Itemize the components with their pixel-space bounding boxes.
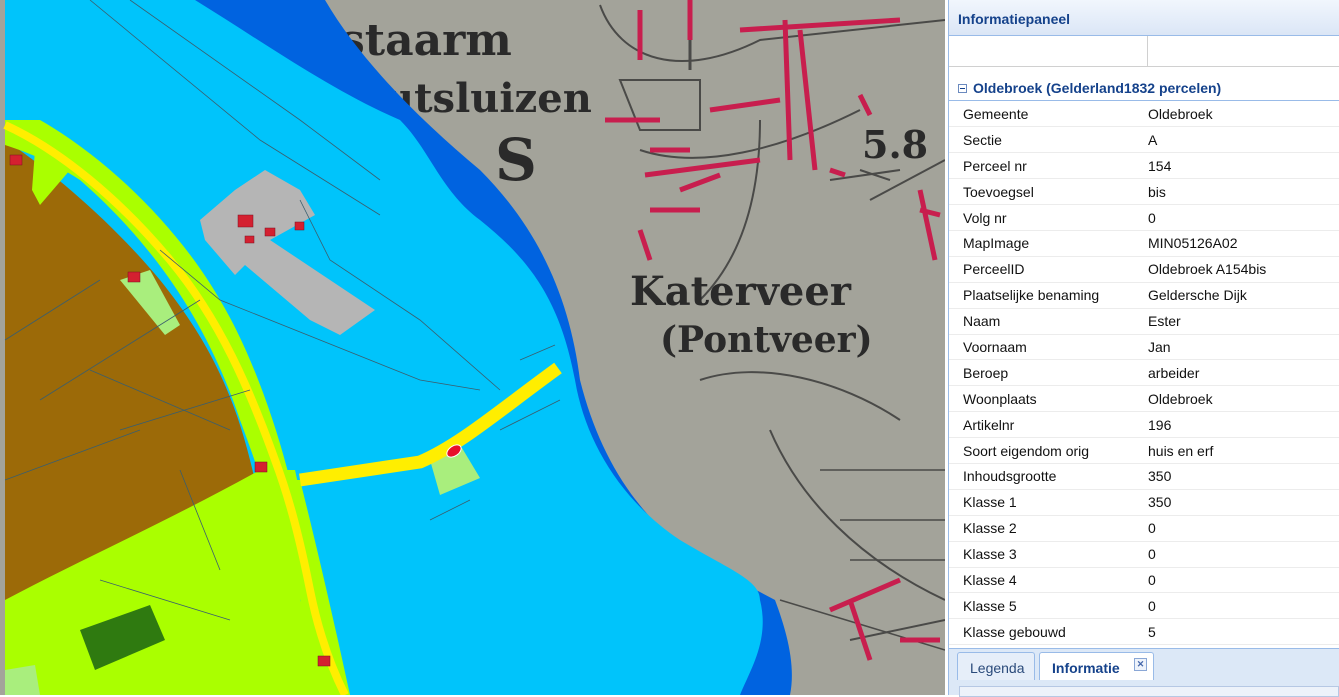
property-value: 0 — [1141, 515, 1339, 542]
property-value: huis en erf — [1141, 437, 1339, 464]
property-key: Klasse gebouwd — [949, 618, 1141, 646]
property-key: Klasse 3 — [949, 541, 1141, 568]
property-key: Artikelnr — [949, 411, 1141, 439]
property-row: Klasse 1 350 — [949, 489, 1339, 516]
map-label-number: 5.8 — [862, 122, 928, 167]
map-view[interactable]: staarm utsluizen S 5.8 Katerveer (Pontve… — [0, 0, 945, 695]
property-key: Naam — [949, 308, 1141, 335]
properties-table: Gemeente Oldebroek Sectie A Perceel nr 154 Toe… — [949, 101, 1339, 646]
property-key: Gemeente — [949, 101, 1141, 128]
property-row: Gemeente Oldebroek — [949, 101, 1339, 128]
property-key: Klasse 5 — [949, 592, 1141, 620]
property-row: Klasse 20 — [949, 515, 1339, 542]
close-icon[interactable]: ✕ — [1134, 658, 1147, 671]
property-key: Beroep — [949, 359, 1141, 387]
property-value: Geldersche Dijk — [1141, 282, 1339, 309]
property-value: 5 — [1141, 618, 1339, 646]
panel-title: Informatiepaneel — [949, 0, 1339, 36]
property-value: Oldebroek A154bis — [1141, 256, 1339, 283]
property-key: Toevoegsel — [949, 178, 1141, 206]
property-key: Plaatselijke benaming — [949, 282, 1141, 309]
map-label-katerveer: Katerveer — [630, 268, 852, 315]
property-value: Ester — [1141, 308, 1339, 335]
property-key: Voornaam — [949, 334, 1141, 361]
property-row: Voornaam Jan — [949, 334, 1339, 361]
property-value: MIN05126A02 — [1141, 230, 1339, 257]
property-value: 0 — [1141, 541, 1339, 568]
property-key: Klasse 1 — [949, 489, 1141, 516]
property-value: 0 — [1141, 592, 1339, 620]
tab-bar: Legenda Informatie ✕ — [949, 648, 1339, 680]
property-row: Plaatselijke benaming Geldersche Dijk — [949, 282, 1339, 309]
panel-footer — [949, 680, 1339, 697]
tab-informatie-label: Informatie — [1052, 660, 1120, 676]
property-value: bis — [1141, 178, 1339, 206]
collapse-icon[interactable] — [958, 84, 967, 93]
property-key: Volg nr — [949, 204, 1141, 231]
property-row: MapImage MIN05126A02 — [949, 230, 1339, 257]
group-title: Oldebroek (Gelderland1832 percelen) — [973, 80, 1222, 96]
property-key: PerceelID — [949, 256, 1141, 283]
property-value: 350 — [1141, 463, 1339, 490]
property-value: Oldebroek — [1141, 385, 1339, 413]
property-row: Klasse gebouwd 5 — [949, 618, 1339, 646]
property-row: Klasse 40 — [949, 567, 1339, 594]
toolbar-divider — [1147, 36, 1148, 66]
property-key: Klasse 2 — [949, 515, 1141, 542]
panel-toolbar — [949, 36, 1339, 67]
property-row: Toevoegsel bis — [949, 178, 1339, 206]
property-value: 154 — [1141, 152, 1339, 180]
grass-corner — [5, 665, 40, 695]
map-label-s: S — [495, 126, 537, 194]
property-row: Sectie A — [949, 126, 1339, 154]
property-row: Soort eigendom orig huis en erf — [949, 437, 1339, 464]
info-panel: Informatiepaneel Oldebroek (Gelderland18… — [948, 0, 1339, 697]
property-row: Inhoudsgrootte 350 — [949, 463, 1339, 490]
property-row: Naam Ester — [949, 308, 1339, 335]
property-key: Inhoudsgrootte — [949, 463, 1141, 490]
property-key: Klasse 4 — [949, 567, 1141, 594]
property-row: Artikelnr 196 — [949, 411, 1339, 439]
property-value: Jan — [1141, 334, 1339, 361]
property-row: Beroep arbeider — [949, 359, 1339, 387]
property-value: 196 — [1141, 411, 1339, 439]
property-key: Perceel nr — [949, 152, 1141, 180]
footer-bar — [959, 686, 1339, 697]
property-value: arbeider — [1141, 359, 1339, 387]
property-row: PerceelID Oldebroek A154bis — [949, 256, 1339, 283]
property-row: Volg nr 0 — [949, 204, 1339, 231]
property-value: 0 — [1141, 204, 1339, 231]
property-row: Klasse 30 — [949, 541, 1339, 568]
property-value: 350 — [1141, 489, 1339, 516]
tab-legenda[interactable]: Legenda — [957, 652, 1035, 680]
property-row: Perceel nr 154 — [949, 152, 1339, 180]
property-key: MapImage — [949, 230, 1141, 257]
property-value: Oldebroek — [1141, 101, 1339, 128]
property-value: A — [1141, 126, 1339, 154]
property-key: Sectie — [949, 126, 1141, 154]
property-key: Soort eigendom orig — [949, 437, 1141, 464]
property-key: Woonplaats — [949, 385, 1141, 413]
property-row: Klasse 50 — [949, 592, 1339, 620]
group-header[interactable]: Oldebroek (Gelderland1832 percelen) — [949, 67, 1339, 101]
map-label-pontveer: (Pontveer) — [660, 319, 873, 361]
map-canvas[interactable]: staarm utsluizen S 5.8 Katerveer (Pontve… — [0, 0, 945, 695]
tab-informatie[interactable]: Informatie ✕ — [1039, 652, 1154, 680]
property-value: 0 — [1141, 567, 1339, 594]
property-row: Woonplaats Oldebroek — [949, 385, 1339, 413]
